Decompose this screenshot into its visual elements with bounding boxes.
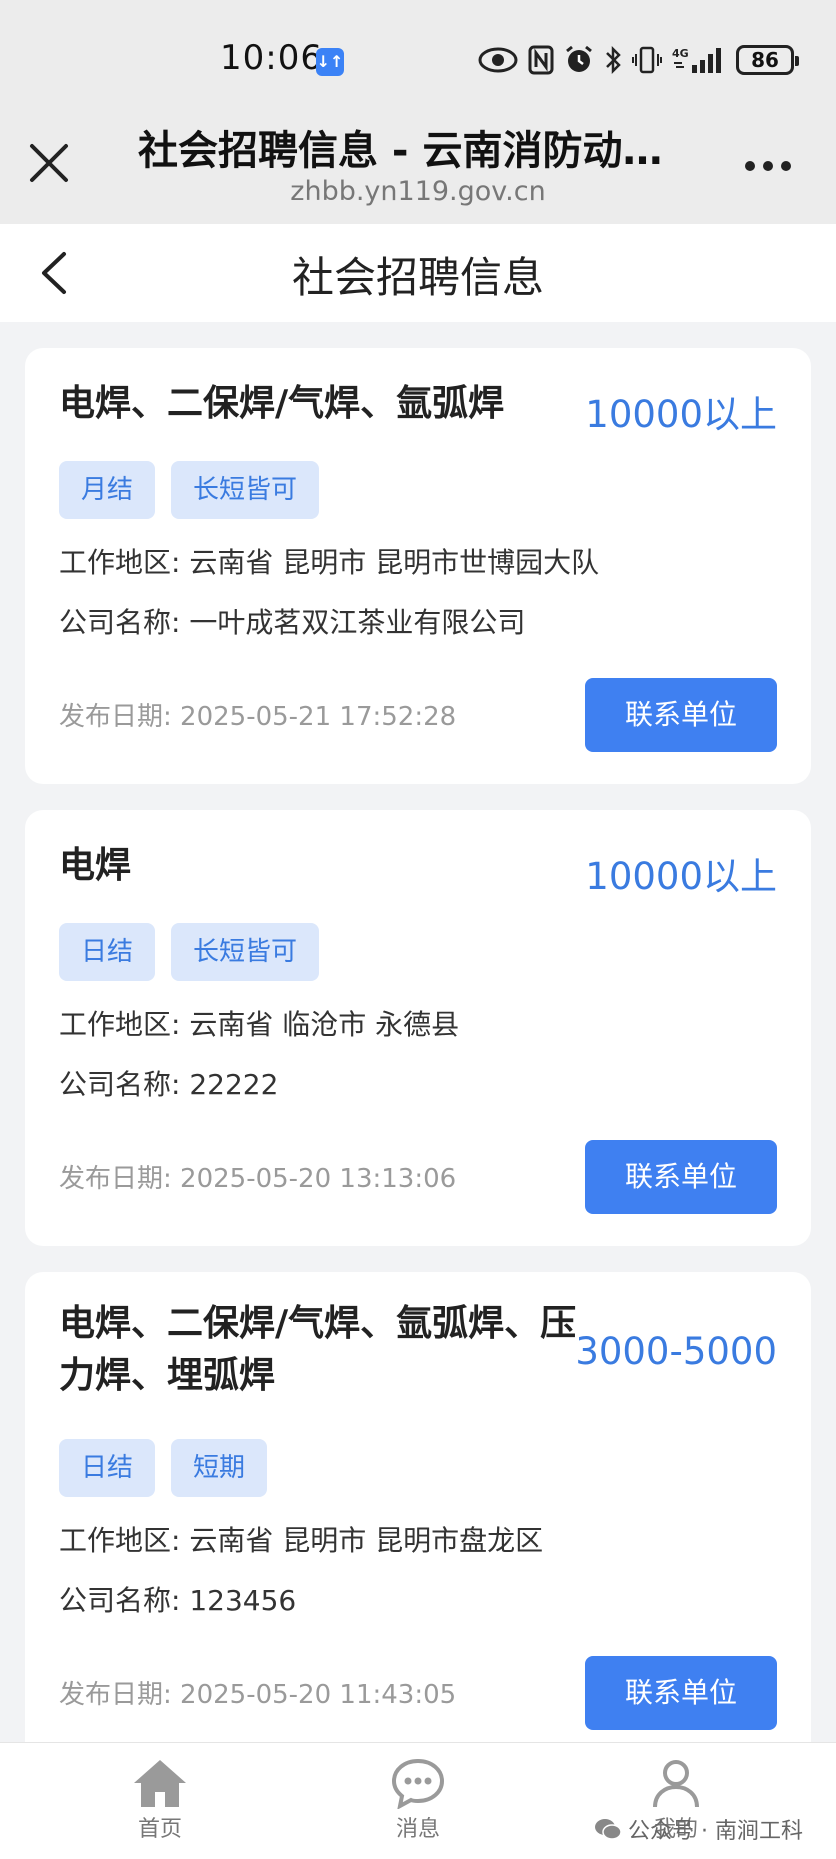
- bluetooth-icon: [606, 45, 621, 75]
- job-company: 公司名称: 123456: [59, 1579, 296, 1619]
- job-company: 公司名称: 一叶成茗双江茶业有限公司: [59, 601, 525, 641]
- location-label: 工作地区:: [59, 1008, 181, 1041]
- nfc-icon: [528, 45, 554, 75]
- watermark-text: 公众号 · 南涧工科: [628, 1819, 803, 1844]
- browser-url: zhbb.yn119.gov.cn: [290, 176, 546, 207]
- alarm-icon: [566, 45, 592, 72]
- job-title-line: 力焊、埋弧焊: [59, 1355, 276, 1396]
- page-header: 社会招聘信息: [0, 224, 836, 322]
- contact-button[interactable]: 联系单位: [585, 1140, 777, 1214]
- job-tags: 日结 短期: [59, 1439, 268, 1497]
- location-label: 工作地区:: [59, 546, 181, 579]
- user-icon: [653, 1760, 699, 1808]
- nav-label: 首页: [137, 1817, 182, 1842]
- date-label: 发布日期:: [59, 1164, 172, 1194]
- location-value: 云南省 昆明市 昆明市世博园大队: [189, 546, 600, 579]
- battery-icon: 86: [736, 45, 799, 75]
- signal-icon: 4G: [672, 47, 721, 73]
- company-label: 公司名称:: [59, 1068, 181, 1101]
- job-location: 工作地区: 云南省 临沧市 永德县: [59, 1003, 459, 1043]
- browser-bar: 社会招聘信息 - 云南消防动… zhbb.yn119.gov.cn: [0, 100, 836, 224]
- job-date: 发布日期: 2025-05-20 13:13:06: [59, 1158, 456, 1195]
- date-label: 发布日期:: [59, 702, 172, 732]
- data-activity-icon: ↓↑: [316, 48, 344, 76]
- contact-button[interactable]: 联系单位: [585, 678, 777, 752]
- nav-label: 消息: [395, 1817, 440, 1842]
- date-label: 发布日期:: [59, 1680, 172, 1710]
- company-value: 22222: [189, 1068, 279, 1101]
- watermark: 公众号 · 南涧工科: [594, 1813, 803, 1845]
- status-time: 10:06: [220, 38, 323, 78]
- job-location: 工作地区: 云南省 昆明市 昆明市盘龙区: [59, 1519, 543, 1559]
- job-tag: 月结: [59, 461, 156, 519]
- job-tag: 日结: [59, 923, 156, 981]
- job-title-line: 电焊、二保焊/气焊、氩弧焊、压: [59, 1303, 577, 1344]
- chat-bubble-icon: [391, 1758, 445, 1809]
- svg-text:4G: 4G: [672, 47, 689, 60]
- job-tag: 短期: [171, 1439, 268, 1497]
- location-value: 云南省 临沧市 永德县: [189, 1008, 460, 1041]
- job-tag: 长短皆可: [171, 923, 320, 981]
- location-label: 工作地区:: [59, 1524, 181, 1557]
- status-icons: 4G 86: [478, 40, 799, 80]
- vibrate-icon: [632, 46, 662, 74]
- job-salary: 10000以上: [585, 393, 777, 436]
- company-label: 公司名称:: [59, 606, 181, 639]
- company-value: 一叶成茗双江茶业有限公司: [189, 606, 526, 639]
- page-title: 社会招聘信息: [291, 253, 544, 302]
- job-tags: 月结 长短皆可: [59, 461, 320, 519]
- job-salary: 10000以上: [585, 855, 777, 898]
- job-company: 公司名称: 22222: [59, 1063, 278, 1103]
- more-options-icon[interactable]: [742, 158, 794, 174]
- company-value: 123456: [189, 1584, 297, 1617]
- job-title: 电焊、二保焊/气焊、氩弧焊: [59, 383, 505, 424]
- nav-item-messages[interactable]: 消息: [358, 1757, 478, 1843]
- job-title: 电焊: [59, 845, 132, 886]
- nav-item-home[interactable]: 首页: [100, 1757, 220, 1843]
- job-card[interactable]: 电焊 10000以上 日结 长短皆可 工作地区: 云南省 临沧市 永德县 公司名…: [25, 810, 811, 1246]
- job-date: 发布日期: 2025-05-20 11:43:05: [59, 1674, 456, 1711]
- job-tag: 长短皆可: [171, 461, 320, 519]
- job-salary: 3000-5000: [575, 1330, 777, 1373]
- job-tags: 日结 长短皆可: [59, 923, 320, 981]
- wechat-icon: [595, 1819, 622, 1840]
- location-value: 云南省 昆明市 昆明市盘龙区: [189, 1524, 544, 1557]
- home-icon: [134, 1760, 186, 1807]
- eye-icon: [478, 47, 518, 73]
- company-label: 公司名称:: [59, 1584, 181, 1617]
- date-value: 2025-05-20 13:13:06: [180, 1164, 457, 1194]
- contact-button[interactable]: 联系单位: [585, 1656, 777, 1730]
- job-tag: 日结: [59, 1439, 156, 1497]
- job-card[interactable]: 电焊、二保焊/气焊、氩弧焊、压 力焊、埋弧焊 3000-5000 日结 短期 工…: [25, 1272, 811, 1772]
- status-bar: 10:06 ↓↑ 4G 86: [0, 0, 836, 100]
- job-date: 发布日期: 2025-05-21 17:52:28: [59, 696, 456, 733]
- job-title: 电焊、二保焊/气焊、氩弧焊、压 力焊、埋弧焊: [59, 1298, 576, 1402]
- browser-title: 社会招聘信息 - 云南消防动…: [138, 128, 663, 174]
- job-card[interactable]: 电焊、二保焊/气焊、氩弧焊 10000以上 月结 长短皆可 工作地区: 云南省 …: [25, 348, 811, 784]
- job-location: 工作地区: 云南省 昆明市 昆明市世博园大队: [59, 541, 599, 581]
- date-value: 2025-05-20 11:43:05: [180, 1680, 457, 1710]
- date-value: 2025-05-21 17:52:28: [180, 702, 457, 732]
